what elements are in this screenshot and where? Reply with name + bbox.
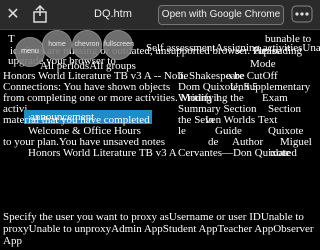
text-fragment: Author	[232, 136, 264, 148]
text-fragment: T	[8, 33, 15, 45]
course-title: Honors World Literature TB v3 A	[28, 147, 177, 159]
ellipsis-icon[interactable]	[291, 5, 313, 23]
proxy-instructions: Specify the user you want to proxy asUse…	[3, 211, 314, 247]
share-icon[interactable]	[31, 5, 49, 23]
unit-label: le	[178, 125, 186, 137]
fullscreen-button[interactable]: fullscreen	[103, 30, 134, 60]
home-button[interactable]: home	[42, 30, 72, 60]
file-title: DQ.htm	[94, 8, 132, 20]
text-fragment: de	[208, 136, 219, 148]
chevron-button[interactable]: chevron	[72, 30, 102, 60]
text-fragment: uploading	[258, 45, 302, 57]
text-fragment: bunable to	[265, 33, 312, 45]
close-icon[interactable]: ✕	[4, 5, 22, 23]
title-bar: ✕ DQ.htm Open with Google Chrome	[0, 0, 320, 30]
text-fragment: Guide	[215, 125, 242, 137]
text-fragment: ulated	[270, 147, 297, 159]
text-fragment: In	[205, 114, 215, 126]
text-fragment: Mode	[250, 58, 276, 70]
open-with-chrome-button[interactable]: Open with Google Chrome	[158, 5, 284, 25]
text-fragment: Unit 5	[230, 81, 258, 93]
